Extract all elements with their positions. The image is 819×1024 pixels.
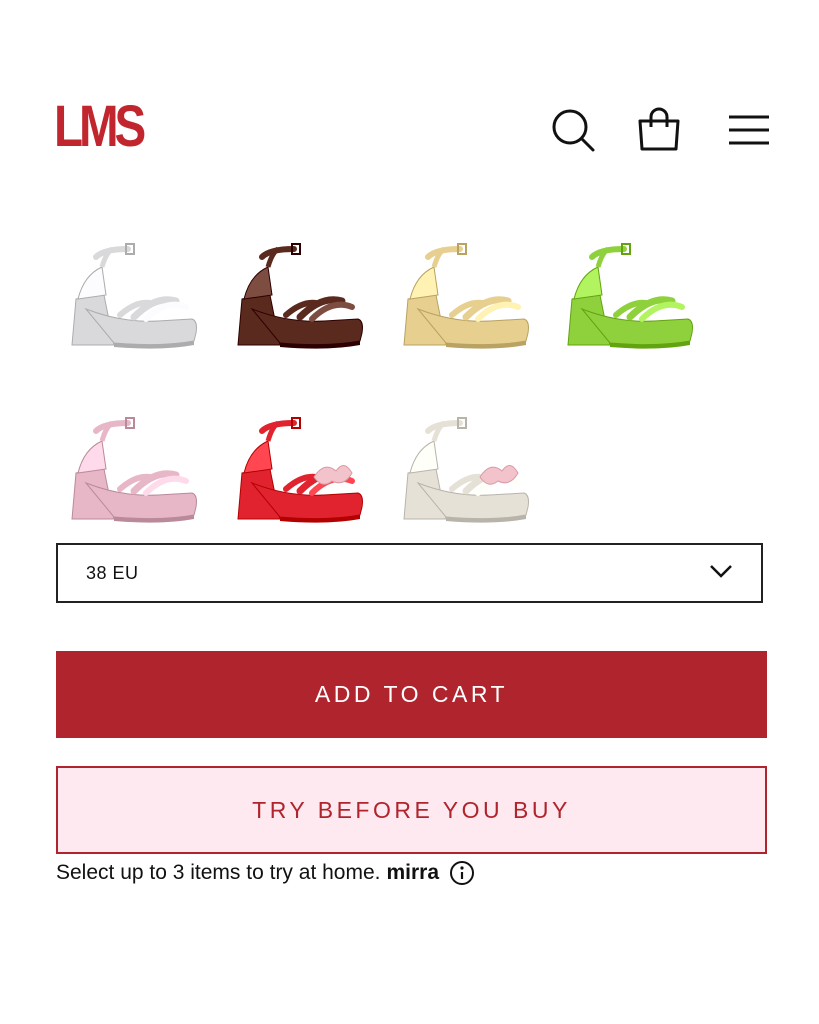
try-before-you-buy-button[interactable]: TRY BEFORE YOU BUY	[56, 766, 767, 854]
swatch-silver[interactable]	[62, 237, 212, 367]
try-at-home-note: Select up to 3 items to try at home. mir…	[56, 858, 475, 888]
brand-logo[interactable]: LMS	[54, 98, 146, 156]
hamburger-menu-icon[interactable]	[724, 104, 774, 156]
shopping-bag-icon[interactable]	[634, 104, 684, 156]
chevron-down-icon	[709, 564, 733, 583]
mirra-brand: mirra	[386, 861, 440, 884]
search-icon[interactable]	[548, 104, 598, 156]
swatch-gold[interactable]	[394, 237, 544, 367]
swatch-pink[interactable]	[62, 411, 212, 541]
color-swatches	[56, 225, 776, 535]
size-value: 38 EU	[86, 562, 139, 583]
size-select[interactable]: 38 EU	[56, 543, 763, 603]
note-text: Select up to 3 items to try at home.	[56, 861, 381, 884]
swatch-cream[interactable]	[394, 411, 544, 541]
add-to-cart-button[interactable]: ADD TO CART	[56, 651, 767, 738]
info-icon[interactable]	[449, 860, 475, 886]
swatch-red[interactable]	[228, 411, 378, 541]
swatch-brown[interactable]	[228, 237, 378, 367]
header: LMS	[0, 0, 819, 200]
swatch-lime[interactable]	[558, 237, 708, 367]
